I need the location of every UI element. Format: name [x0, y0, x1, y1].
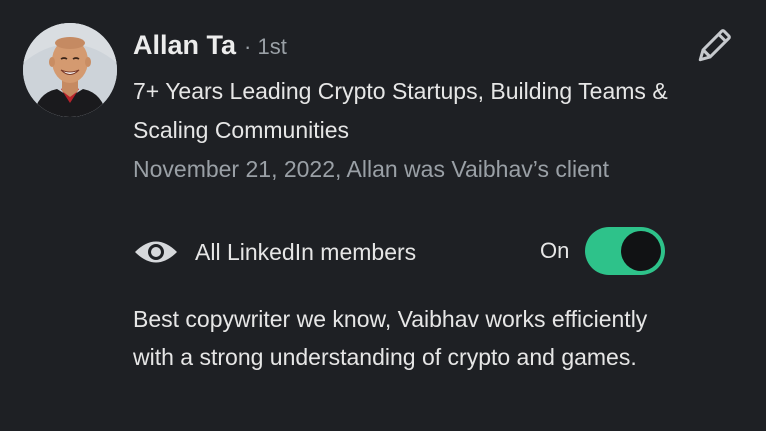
connection-degree: · 1st	[244, 34, 287, 59]
author-headline: 7+ Years Leading Crypto Startups, Buildi…	[133, 78, 668, 143]
pencil-icon	[698, 29, 731, 62]
eye-icon	[135, 241, 177, 263]
visibility-label: All LinkedIn members	[195, 238, 417, 265]
visibility-toggle[interactable]	[585, 227, 665, 275]
relationship-meta: November 21, 2022, Allan was Vaibhav’s c…	[133, 156, 610, 182]
recommendation-text: Best copywriter we know, Vaibhav works e…	[133, 306, 648, 370]
recommendation-card: Allan Ta · 1st 7+ Years Leading Crypto S…	[0, 0, 766, 431]
visibility-row: All LinkedIn members	[133, 230, 416, 274]
toggle-state-label: On	[540, 238, 570, 263]
edit-button[interactable]	[692, 26, 734, 68]
author-name-row: Allan Ta · 1st	[133, 30, 287, 66]
avatar-photo-icon	[23, 23, 117, 117]
author-avatar[interactable]	[23, 23, 117, 117]
author-name[interactable]: Allan Ta	[133, 30, 236, 61]
toggle-knob	[621, 231, 661, 271]
